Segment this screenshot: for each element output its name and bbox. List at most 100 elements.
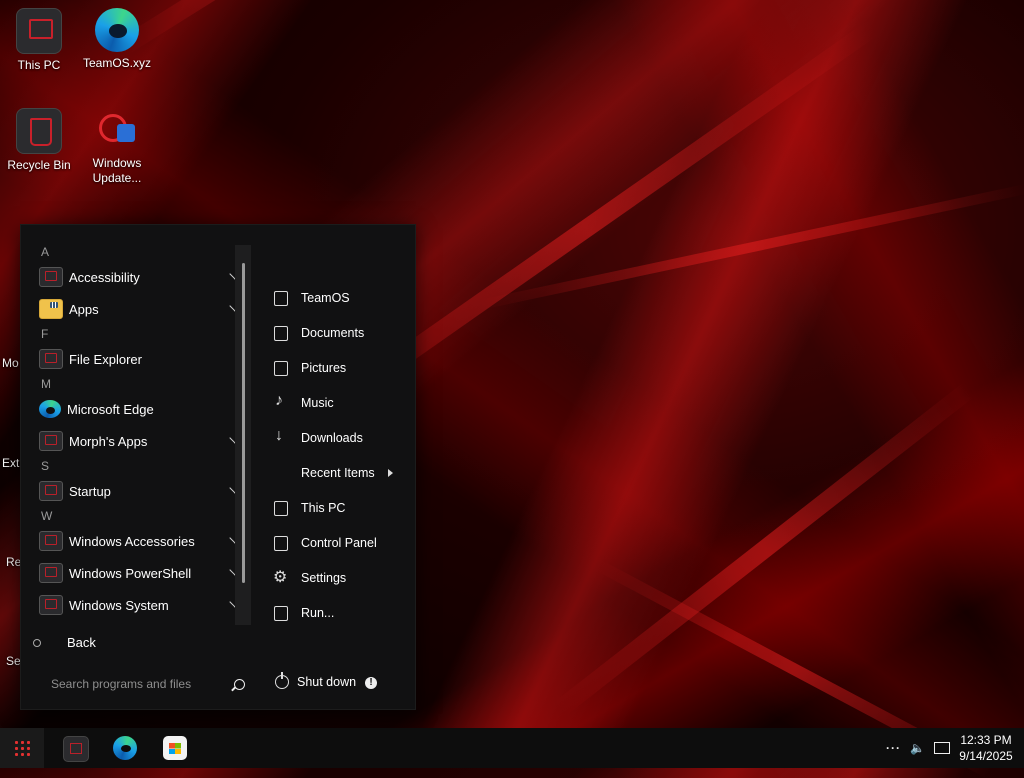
program-label: Morph's Apps [69, 433, 148, 449]
desktop-icon-partial[interactable]: Mo [2, 356, 19, 370]
shutdown-label: Shut down [297, 675, 357, 689]
folder-icon [39, 299, 63, 319]
place-item-run[interactable]: Run... [273, 595, 413, 630]
start-menu: A Accessibility Apps F File Explorer M M… [20, 224, 416, 710]
search-box[interactable]: Search programs and files [51, 677, 247, 691]
place-label: Recent Items [301, 465, 375, 480]
folder-icon [39, 481, 63, 501]
desktop-icon-partial[interactable]: Se [6, 654, 21, 668]
program-label: Windows Accessories [69, 533, 195, 549]
folder-icon [39, 595, 63, 615]
music-icon [273, 392, 289, 411]
desktop-icon-label: Recycle Bin [7, 158, 71, 172]
desktop-icon-recycle-bin[interactable]: Recycle Bin [2, 108, 76, 173]
back-label: Back [67, 635, 96, 650]
program-item-startup[interactable]: Startup [33, 475, 241, 507]
place-item-pictures[interactable]: Pictures [273, 350, 413, 385]
program-item-windows-system[interactable]: Windows System [33, 589, 241, 621]
shutdown-button[interactable]: Shut down [275, 672, 357, 689]
edge-icon [39, 400, 61, 418]
shutdown-options-icon[interactable]: ! [365, 677, 377, 689]
desktop-icon-label: Windows Update... [92, 156, 142, 185]
place-item-recent-items[interactable]: Recent Items [273, 455, 413, 490]
place-item-settings[interactable]: Settings [273, 560, 413, 595]
place-label: Documents [301, 325, 365, 340]
store-icon[interactable] [163, 736, 187, 760]
place-item-this-pc[interactable]: This PC [273, 490, 413, 525]
tray-overflow-icon[interactable]: ··· [886, 728, 901, 768]
program-label: Microsoft Edge [67, 401, 154, 417]
start-button[interactable] [0, 728, 44, 768]
document-icon [273, 325, 289, 341]
program-label: Windows PowerShell [69, 565, 192, 581]
pc-icon [16, 8, 62, 54]
clock-time: 12:33 PM [960, 733, 1012, 747]
group-letter[interactable]: A [33, 243, 239, 261]
place-label: Downloads [301, 430, 363, 445]
gear-icon [273, 567, 289, 587]
windows-update-icon [95, 108, 139, 152]
place-label: Control Panel [301, 535, 377, 550]
places-list: TeamOS Documents Pictures Music Download… [273, 280, 413, 630]
program-label: File Explorer [69, 351, 142, 367]
desktop-icon-teamos[interactable]: TeamOS.xyz [80, 8, 154, 71]
program-item-file-explorer[interactable]: File Explorer [33, 343, 239, 375]
place-label: Pictures [301, 360, 347, 375]
program-list: A Accessibility Apps F File Explorer M M… [33, 243, 241, 621]
network-icon[interactable] [934, 728, 950, 768]
clock-date: 9/14/2025 [959, 749, 1013, 763]
program-item-microsoft-edge[interactable]: Microsoft Edge [33, 393, 239, 425]
group-letter[interactable]: F [33, 325, 239, 343]
desktop-icon-label: TeamOS.xyz [82, 56, 151, 70]
place-label: Music [301, 395, 334, 410]
control-panel-icon [273, 535, 289, 551]
search-input[interactable]: Search programs and files [51, 677, 191, 691]
picture-icon [273, 360, 289, 376]
folder-icon [39, 531, 63, 551]
scrollbar-thumb[interactable] [242, 263, 245, 583]
folder-icon [39, 431, 63, 451]
recycle-bin-icon [16, 108, 62, 154]
place-item-music[interactable]: Music [273, 385, 413, 420]
place-item-control-panel[interactable]: Control Panel [273, 525, 413, 560]
file-explorer-icon[interactable] [63, 736, 89, 762]
place-item-downloads[interactable]: Downloads [273, 420, 413, 455]
group-letter[interactable]: W [33, 507, 239, 525]
download-icon [273, 427, 289, 446]
power-icon [275, 672, 289, 689]
edge-icon [95, 8, 139, 52]
program-item-morphs-apps[interactable]: Morph's Apps [33, 425, 241, 457]
taskbar: ··· 🔈 12:33 PM 9/14/2025 [0, 728, 1024, 768]
desktop-icon-this-pc[interactable]: This PC [2, 8, 76, 73]
edge-icon[interactable] [113, 736, 137, 760]
program-label: Startup [69, 483, 111, 499]
clock[interactable]: 12:33 PM 9/14/2025 [958, 732, 1014, 764]
run-icon [273, 605, 289, 621]
file-explorer-icon [39, 349, 63, 369]
volume-icon[interactable]: 🔈 [910, 728, 925, 768]
chevron-right-icon[interactable] [388, 469, 393, 477]
place-label: TeamOS [301, 290, 350, 305]
place-label: This PC [301, 500, 346, 515]
program-item-windows-accessories[interactable]: Windows Accessories [33, 525, 241, 557]
folder-icon [39, 267, 63, 287]
program-label: Windows System [69, 597, 169, 613]
group-letter[interactable]: S [33, 457, 239, 475]
user-folder-icon [273, 290, 289, 306]
program-item-windows-powershell[interactable]: Windows PowerShell [33, 557, 241, 589]
place-item-documents[interactable]: Documents [273, 315, 413, 350]
desktop-icon-windows-update[interactable]: Windows Update... [80, 108, 154, 186]
place-label: Run... [301, 605, 335, 620]
program-label: Accessibility [69, 269, 140, 285]
program-item-apps[interactable]: Apps [33, 293, 241, 325]
folder-icon [39, 563, 63, 583]
desktop-icon-label: This PC [17, 58, 61, 72]
back-icon [33, 638, 41, 647]
search-icon[interactable] [234, 678, 245, 690]
pc-icon [273, 500, 289, 516]
program-item-accessibility[interactable]: Accessibility [33, 261, 241, 293]
program-label: Apps [69, 301, 99, 317]
group-letter[interactable]: M [33, 375, 239, 393]
place-item-teamos[interactable]: TeamOS [273, 280, 413, 315]
back-button[interactable]: Back [33, 635, 96, 650]
